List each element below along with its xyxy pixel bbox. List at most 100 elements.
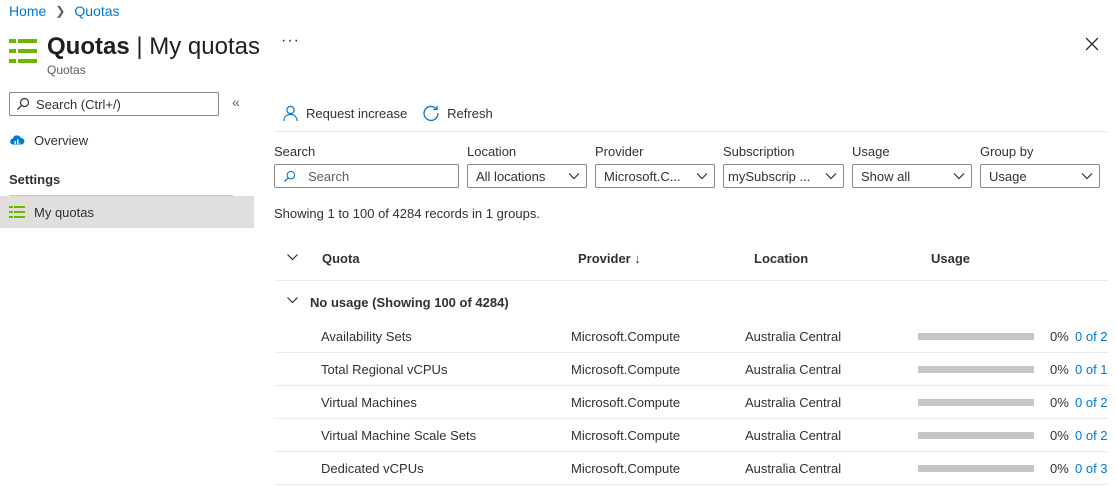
chevron-down-icon[interactable] — [286, 253, 299, 261]
column-header-usage[interactable]: Usage — [931, 251, 970, 266]
provider-dropdown-value: Microsoft.C... — [604, 168, 681, 184]
close-icon[interactable] — [1082, 34, 1102, 54]
subscription-dropdown[interactable]: mySubscrip ... — [723, 164, 844, 188]
filter-group-by: Group by Usage — [980, 144, 1100, 188]
filter-subscription: Subscription mySubscrip ... — [723, 144, 844, 188]
column-header-quota[interactable]: Quota — [322, 251, 360, 266]
sidebar-item-my-quotas[interactable]: My quotas — [0, 196, 254, 228]
location-dropdown[interactable]: All locations — [467, 164, 587, 188]
usage-link[interactable]: 0 of 2 — [1075, 428, 1108, 443]
filter-search-label: Search — [274, 144, 316, 159]
usage-bar — [918, 465, 1034, 472]
cell-provider: Microsoft.Compute — [571, 362, 681, 377]
page-subtitle: Quotas — [47, 63, 86, 77]
table-row[interactable]: Dedicated vCPUs Microsoft.Compute Austra… — [274, 452, 1108, 485]
filter-search-input[interactable] — [308, 168, 448, 184]
records-summary: Showing 1 to 100 of 4284 records in 1 gr… — [274, 206, 540, 221]
usage-percent: 0% — [1050, 395, 1069, 410]
divider — [274, 131, 1108, 132]
settings-heading: Settings — [9, 172, 61, 187]
usage-link[interactable]: 0 of 2 — [1075, 329, 1108, 344]
cell-location: Australia Central — [745, 329, 842, 344]
usage-percent: 0% — [1050, 461, 1069, 476]
page-header: Quotas | My quotas Quotas — [9, 34, 260, 77]
location-dropdown-value: All locations — [476, 168, 546, 184]
usage-bar — [918, 399, 1034, 406]
cell-location: Australia Central — [745, 461, 842, 476]
chevron-down-icon — [696, 173, 708, 180]
usage-link[interactable]: 0 of 2 — [1075, 395, 1108, 410]
command-bar: Request increase Refresh — [282, 104, 508, 122]
usage-percent: 0% — [1050, 329, 1069, 344]
page-title: Quotas | My quotas — [47, 34, 260, 60]
group-label: No usage (Showing 100 of 4284) — [310, 295, 509, 310]
search-icon — [283, 170, 296, 182]
column-header-provider[interactable]: Provider ↓ — [578, 251, 641, 266]
group-by-dropdown[interactable]: Usage — [980, 164, 1100, 188]
cell-quota: Dedicated vCPUs — [321, 461, 424, 476]
subscription-dropdown-value: mySubscrip ... — [728, 168, 811, 184]
usage-link[interactable]: 0 of 1 — [1075, 362, 1108, 377]
cloud-icon — [10, 135, 25, 145]
filter-search: Search — [274, 144, 459, 188]
refresh-label: Refresh — [447, 105, 493, 121]
page-title-rest: | My quotas — [129, 33, 260, 60]
sidebar-item-label: Overview — [34, 132, 89, 148]
table-row[interactable]: Virtual Machine Scale Sets Microsoft.Com… — [274, 419, 1108, 452]
group-header-row: No usage (Showing 100 of 4284) — [274, 285, 1108, 319]
chevron-down-icon — [568, 173, 580, 180]
cell-quota: Virtual Machines — [321, 395, 417, 410]
filter-provider-label: Provider — [595, 144, 644, 159]
request-increase-button[interactable]: Request increase — [282, 105, 407, 122]
table-header: Quota Provider ↓ Location Usage — [274, 241, 1108, 281]
cell-location: Australia Central — [745, 395, 842, 410]
cell-quota: Availability Sets — [321, 329, 412, 344]
chevron-down-icon[interactable] — [286, 296, 299, 304]
cell-provider: Microsoft.Compute — [571, 395, 681, 410]
usage-bar — [918, 333, 1034, 340]
collapse-icon[interactable]: « — [232, 94, 240, 110]
search-icon — [17, 97, 30, 110]
chevron-down-icon — [1081, 173, 1093, 180]
chevron-right-icon: ❯ — [55, 4, 66, 18]
page-title-bold: Quotas — [47, 33, 130, 60]
filter-provider: Provider Microsoft.C... — [595, 144, 715, 188]
usage-dropdown[interactable]: Show all — [852, 164, 972, 188]
chevron-down-icon — [953, 173, 965, 180]
cell-quota: Total Regional vCPUs — [321, 362, 448, 377]
usage-dropdown-value: Show all — [861, 168, 911, 184]
filter-usage-label: Usage — [852, 144, 890, 159]
filter-group-by-label: Group by — [980, 144, 1034, 159]
column-header-location[interactable]: Location — [754, 251, 808, 266]
sidebar-search-input[interactable] — [36, 96, 206, 112]
sidebar-item-overview[interactable]: Overview — [0, 124, 254, 156]
table-row[interactable]: Total Regional vCPUs Microsoft.Compute A… — [274, 353, 1108, 386]
group-by-dropdown-value: Usage — [989, 168, 1027, 184]
breadcrumb-home-link[interactable]: Home — [9, 3, 46, 19]
cell-provider: Microsoft.Compute — [571, 428, 681, 443]
cell-location: Australia Central — [745, 362, 842, 377]
sidebar-item-label: My quotas — [34, 204, 94, 220]
chevron-down-icon — [825, 173, 837, 180]
filter-subscription-label: Subscription — [723, 144, 795, 159]
usage-percent: 0% — [1050, 362, 1069, 377]
table-row[interactable]: Availability Sets Microsoft.Compute Aust… — [274, 320, 1108, 353]
filter-location: Location All locations — [467, 144, 587, 188]
request-increase-label: Request increase — [306, 105, 408, 121]
cell-quota: Virtual Machine Scale Sets — [321, 428, 477, 443]
usage-percent: 0% — [1050, 428, 1069, 443]
refresh-icon — [423, 105, 439, 122]
refresh-button[interactable]: Refresh — [422, 104, 493, 122]
sidebar-search-field[interactable] — [9, 92, 219, 116]
cell-provider: Microsoft.Compute — [571, 461, 681, 476]
filter-search-field[interactable] — [274, 164, 459, 188]
breadcrumb-quotas-link[interactable]: Quotas — [74, 3, 119, 19]
quotas-icon — [9, 39, 37, 63]
usage-bar — [918, 432, 1034, 439]
more-icon[interactable]: ··· — [281, 32, 300, 50]
provider-dropdown[interactable]: Microsoft.C... — [595, 164, 715, 188]
table-row[interactable]: Virtual Machines Microsoft.Compute Austr… — [274, 386, 1108, 419]
filter-location-label: Location — [467, 144, 517, 159]
usage-link[interactable]: 0 of 3 — [1075, 461, 1108, 476]
quotas-icon — [9, 206, 25, 218]
